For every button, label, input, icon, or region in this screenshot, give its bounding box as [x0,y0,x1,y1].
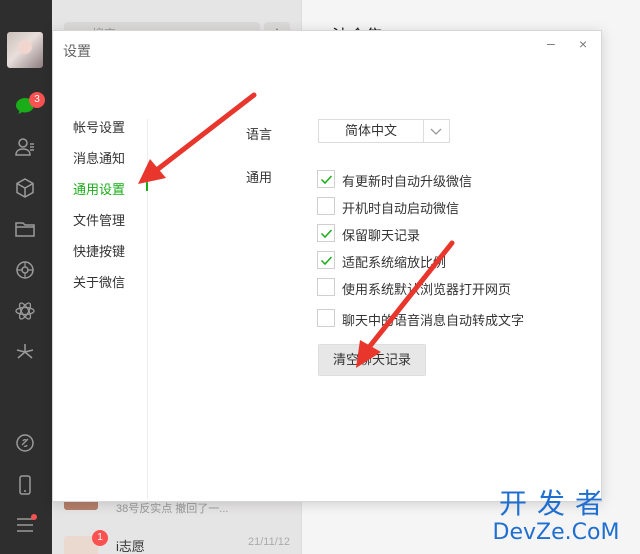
user-avatar[interactable] [7,32,43,68]
app-sidebar: 3 [0,0,52,554]
mini-programs-icon[interactable] [14,300,36,322]
chat-list-item[interactable]: 1 i志愿 21/11/12 [52,530,302,554]
contacts-icon[interactable] [14,136,36,158]
language-label: 语言 [246,127,273,142]
folder-icon[interactable] [14,218,36,240]
general-label: 通用 [246,170,273,185]
settings-dialog: 设置 – × 帐号设置 消息通知 通用设置 文件管理 快捷按键 关于微信 语言 … [52,30,602,502]
link-icon[interactable] [14,432,36,454]
language-select[interactable]: 简体中文 [318,119,450,143]
checkbox[interactable] [317,224,335,242]
checkbox[interactable] [317,251,335,269]
watermark: 开发者 DevZe.CoM [478,488,634,546]
chat-time: 21/11/12 [247,536,290,548]
checkbox[interactable] [317,278,335,296]
option-label: 保留聊天记录 [342,228,421,243]
sparkle-icon[interactable] [14,341,36,363]
chevron-down-icon [429,125,443,137]
checkbox[interactable] [317,170,335,188]
unread-badge: 3 [29,92,45,108]
option-label: 聊天中的语音消息自动转成文字 [342,313,525,328]
nav-item-shortcuts[interactable]: 快捷按键 [73,241,125,260]
chat-unread-badge: 1 [92,530,108,546]
minimize-button[interactable]: – [547,35,555,51]
option-label: 使用系统默认浏览器打开网页 [342,282,512,297]
menu-notification-dot [31,514,37,520]
nav-item-account[interactable]: 帐号设置 [73,117,125,136]
box-icon[interactable] [14,177,36,199]
phone-icon[interactable] [14,474,36,496]
option-label: 开机时自动启动微信 [342,201,460,216]
chat-name: i志愿 [116,539,145,554]
checkbox[interactable] [317,197,335,215]
chat-preview: 38号反实点 撤回了一... [116,503,229,515]
option-label: 有更新时自动升级微信 [342,174,473,189]
nav-divider [147,119,148,499]
watermark-cn: 开发者 [498,487,613,520]
active-nav-indicator [146,179,148,191]
checkbox[interactable] [317,309,335,327]
moments-icon[interactable] [14,259,36,281]
option-label: 适配系统缩放比例 [342,255,447,270]
language-value: 简体中文 [319,120,424,142]
nav-item-general[interactable]: 通用设置 [73,179,125,198]
nav-item-notifications[interactable]: 消息通知 [73,148,125,167]
clear-chat-history-button[interactable]: 清空聊天记录 [318,344,426,376]
nav-item-about[interactable]: 关于微信 [73,272,125,291]
dialog-title: 设置 [63,43,91,59]
watermark-en: DevZe.CoM [492,520,620,545]
nav-item-files[interactable]: 文件管理 [73,210,125,229]
close-button[interactable]: × [579,36,587,52]
